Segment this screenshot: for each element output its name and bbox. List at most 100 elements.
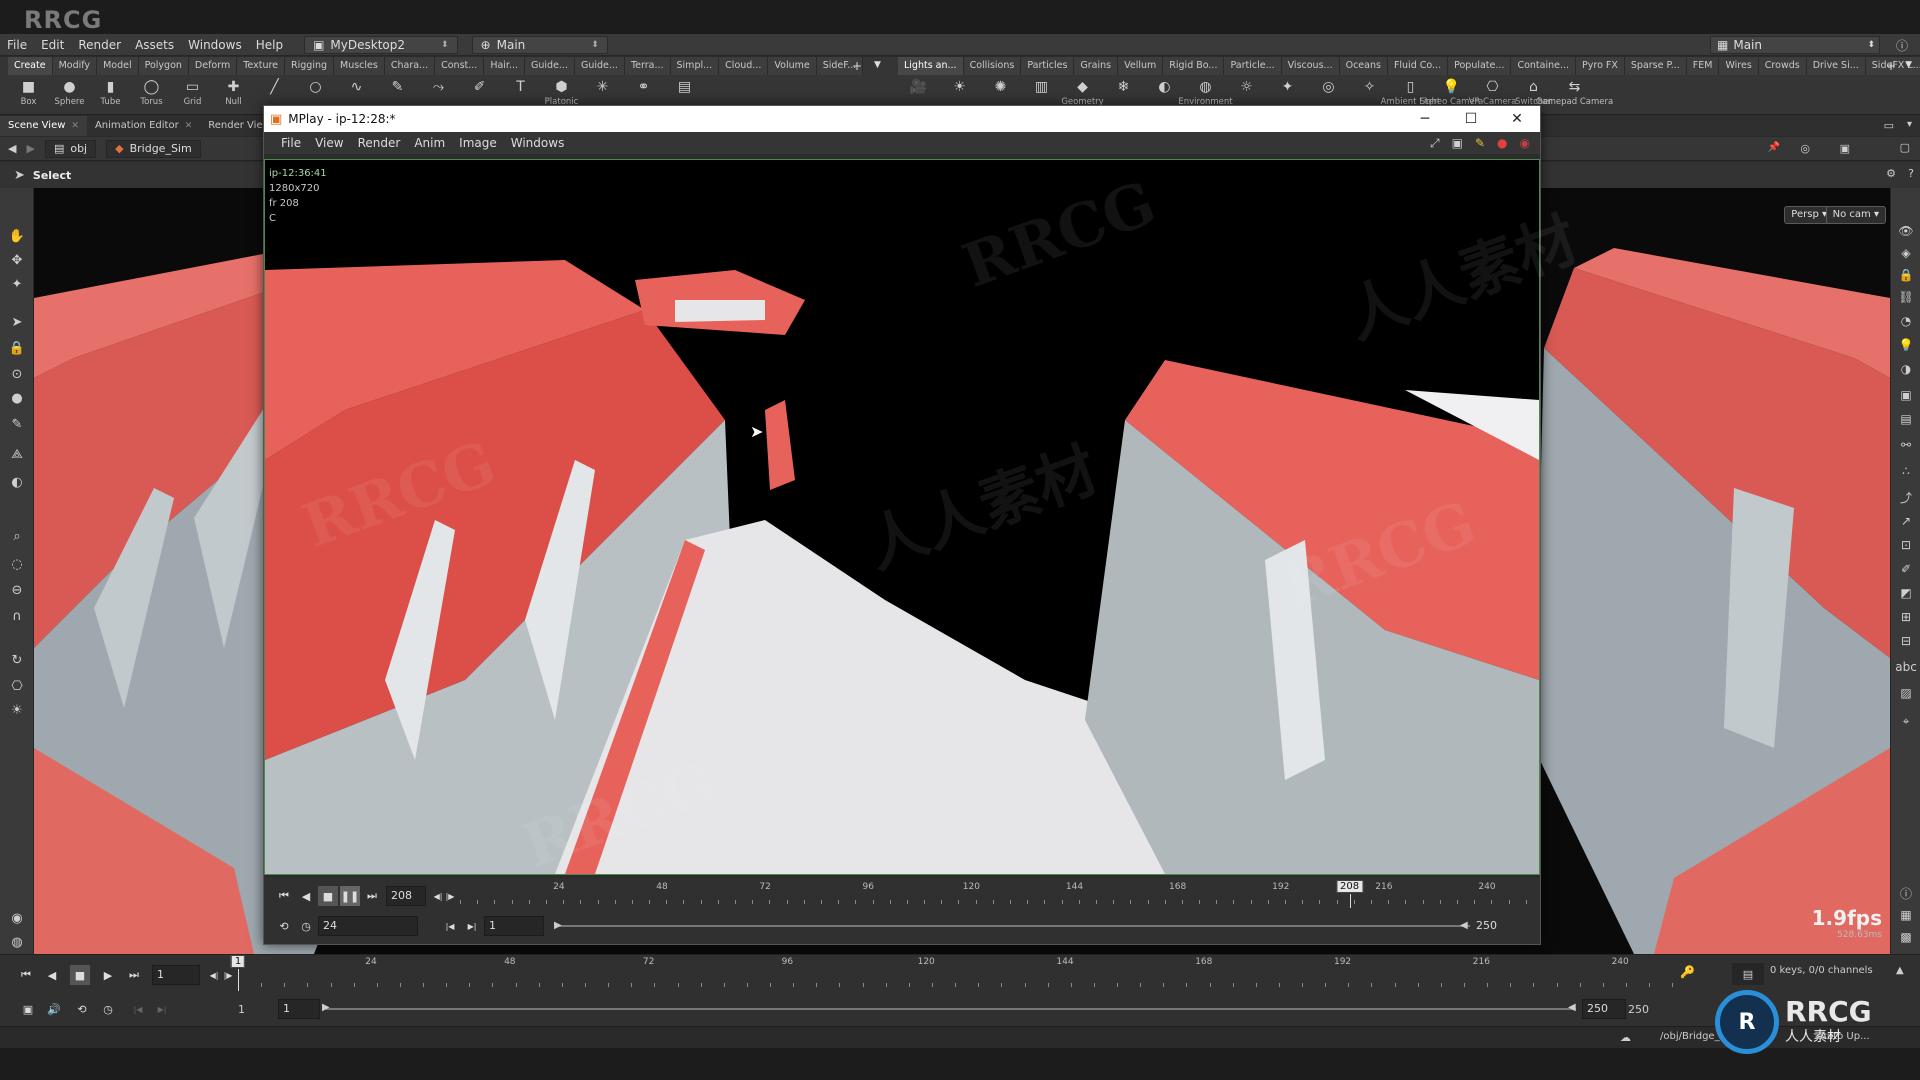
mplay-menu-anim[interactable]: Anim xyxy=(407,136,452,150)
shelf-tab[interactable]: Guide... xyxy=(525,57,575,75)
shelf-tab[interactable]: Cloud... xyxy=(719,57,769,75)
shelf-tab[interactable]: Pyro FX xyxy=(1576,57,1625,75)
realtime-button[interactable]: ◷ xyxy=(296,916,316,936)
view-tool-icon[interactable]: ◐ xyxy=(7,472,27,492)
magnet-snap-icon[interactable]: ∩ xyxy=(7,606,27,626)
jump-end-button[interactable]: ⏭ xyxy=(124,965,144,985)
shelf-tab[interactable]: Fluid Co... xyxy=(1387,57,1449,75)
selection-icon[interactable]: ⊖ xyxy=(7,580,27,600)
display-icon[interactable]: ◍ xyxy=(7,932,27,952)
stop-button[interactable]: ■ xyxy=(318,886,338,906)
camera-tool-icon[interactable]: ⎔ xyxy=(7,676,27,696)
orbit-icon[interactable]: ↻ xyxy=(7,650,27,670)
menu-file[interactable]: File xyxy=(0,38,34,52)
menu-assets[interactable]: Assets xyxy=(128,38,181,52)
close-button[interactable]: ✕ xyxy=(1494,106,1540,132)
help-icon[interactable]: ? xyxy=(1908,167,1914,180)
link-icon[interactable]: ⛓ xyxy=(1897,288,1915,306)
range-start-field[interactable]: 1 xyxy=(484,916,544,936)
shelf-tab[interactable]: Texture xyxy=(237,57,286,75)
lasso-icon[interactable]: ◌ xyxy=(7,554,27,574)
zoom-region-icon[interactable]: ⌕ xyxy=(7,526,27,546)
current-frame-field[interactable]: 208 xyxy=(386,886,426,906)
jump-start-button[interactable]: ⏮ xyxy=(274,886,294,906)
step-forward-button[interactable]: |▶ xyxy=(218,965,238,985)
minimize-button[interactable]: ─ xyxy=(1402,106,1448,132)
shelf-tab[interactable]: Populate... xyxy=(1448,57,1512,75)
shelf-tab[interactable]: Polygon xyxy=(138,57,189,75)
frame-cursor[interactable]: 208 xyxy=(1335,880,1364,893)
template-icon[interactable]: ◩ xyxy=(1897,584,1915,602)
ghost-icon[interactable]: ◈ xyxy=(1897,244,1915,262)
tab-animation-editor[interactable]: Animation Editor ✕ xyxy=(87,116,200,136)
shelf-tab[interactable]: Rigid Bo... xyxy=(1163,57,1225,75)
lock-camera-icon[interactable]: 🔒 xyxy=(1897,266,1915,284)
snap-icon[interactable]: ⟁ xyxy=(7,444,27,464)
camera-icon[interactable]: ▣ xyxy=(1897,386,1915,404)
shelf-tab[interactable]: Drive Si... xyxy=(1806,57,1866,75)
loop-button[interactable]: ⟲ xyxy=(72,999,92,1019)
close-icon[interactable]: ✕ xyxy=(71,116,79,136)
background-icon[interactable]: ▤ xyxy=(1897,410,1915,428)
viewport-settings-icon[interactable]: ⚙ xyxy=(1886,167,1896,180)
shelf-tab[interactable]: Particle... xyxy=(1224,57,1282,75)
jump-end-button[interactable]: ⏭ xyxy=(362,886,382,906)
location-icon[interactable]: ⌖ xyxy=(1897,712,1915,730)
range-end-handle[interactable]: ◀ xyxy=(1568,1002,1576,1013)
stop-render-icon[interactable]: ● xyxy=(1497,136,1507,151)
light-icon[interactable]: ◔ xyxy=(1897,312,1915,330)
shelf-tab[interactable]: Grains xyxy=(1074,57,1119,75)
magnet-icon[interactable]: ⊙ xyxy=(7,364,27,384)
grid-icon[interactable]: ⊞ xyxy=(1897,608,1915,626)
lock-icon[interactable]: 🔒 xyxy=(7,338,27,358)
current-frame-field[interactable]: 1 xyxy=(152,965,200,985)
pointer-tool-icon[interactable]: ➤ xyxy=(7,312,27,332)
brush-icon[interactable]: ✐ xyxy=(1897,560,1915,578)
path-node[interactable]: ◆ Bridge_Sim xyxy=(106,139,201,158)
select-tool-icon[interactable]: ✋ xyxy=(7,226,27,246)
record-icon[interactable]: ◉ xyxy=(1520,136,1530,151)
audio-icon[interactable]: 🔊 xyxy=(44,999,64,1019)
maximize-button[interactable]: ☐ xyxy=(1448,106,1494,132)
play-reverse-button[interactable]: ◀ xyxy=(42,965,62,985)
link-icon[interactable]: ◎ xyxy=(1800,142,1810,155)
path-root[interactable]: ▤ obj xyxy=(44,139,97,158)
shelf-tab[interactable]: Muscles xyxy=(334,57,385,75)
mplay-menu-windows[interactable]: Windows xyxy=(504,136,572,150)
mplay-menu-image[interactable]: Image xyxy=(452,136,504,150)
shelf-tool-sphere[interactable]: ● Sphere xyxy=(49,76,90,114)
info-icon[interactable]: ⓘ xyxy=(1897,884,1915,902)
wireframe-icon[interactable]: ⚯ xyxy=(1897,436,1915,454)
shelf-tab[interactable]: Crowds xyxy=(1758,57,1807,75)
shelf-tab[interactable]: Create xyxy=(8,57,53,75)
shelf-tab[interactable]: Containe... xyxy=(1511,57,1577,75)
mplay-menu-render[interactable]: Render xyxy=(351,136,408,150)
range-slider[interactable] xyxy=(326,1008,1576,1010)
step-forward-button[interactable]: |▶ xyxy=(440,886,460,906)
range-start-button[interactable]: |◀ xyxy=(128,999,148,1019)
loop-button[interactable]: ⟲ xyxy=(274,916,294,936)
uv-icon[interactable]: ⊡ xyxy=(1897,536,1915,554)
shelf-menu-icon[interactable]: ▼ xyxy=(874,60,881,70)
image-icon[interactable]: ▨ xyxy=(1897,684,1915,702)
shelf-tab[interactable]: Particles xyxy=(1021,57,1075,75)
tab-scene-view[interactable]: Scene View ✕ xyxy=(0,116,87,136)
shelf-tool-tube[interactable]: ▮ Tube xyxy=(90,76,131,114)
visibility-icon[interactable]: 👁 xyxy=(1897,222,1915,240)
play-reverse-button[interactable]: ◀ xyxy=(296,886,316,906)
range-end-button[interactable]: ▶| xyxy=(152,999,172,1019)
red-sphere-icon[interactable]: ● xyxy=(7,388,27,408)
display-options-icon[interactable]: ▣ xyxy=(1840,142,1850,155)
channel-list-icon[interactable]: ▤ xyxy=(1732,963,1764,985)
text-icon[interactable]: abc xyxy=(1895,658,1917,676)
range-slider[interactable] xyxy=(554,925,1470,927)
context-selector[interactable]: ⊕ Main ⬍ xyxy=(471,35,608,54)
transform-tool-icon[interactable]: ✥ xyxy=(7,250,27,270)
jump-start-button[interactable]: ⏮ xyxy=(16,965,36,985)
add-shelf-icon[interactable]: + xyxy=(1886,59,1896,73)
light-tool-icon[interactable]: ☀ xyxy=(7,700,27,720)
range-start-handle[interactable]: ▶ xyxy=(554,920,562,931)
range-start-handle[interactable]: ▶ xyxy=(322,1002,330,1013)
right-context-selector[interactable]: ▦ Main ⬍ xyxy=(1710,36,1880,54)
shelf-tab[interactable]: Lights an... xyxy=(898,57,964,75)
